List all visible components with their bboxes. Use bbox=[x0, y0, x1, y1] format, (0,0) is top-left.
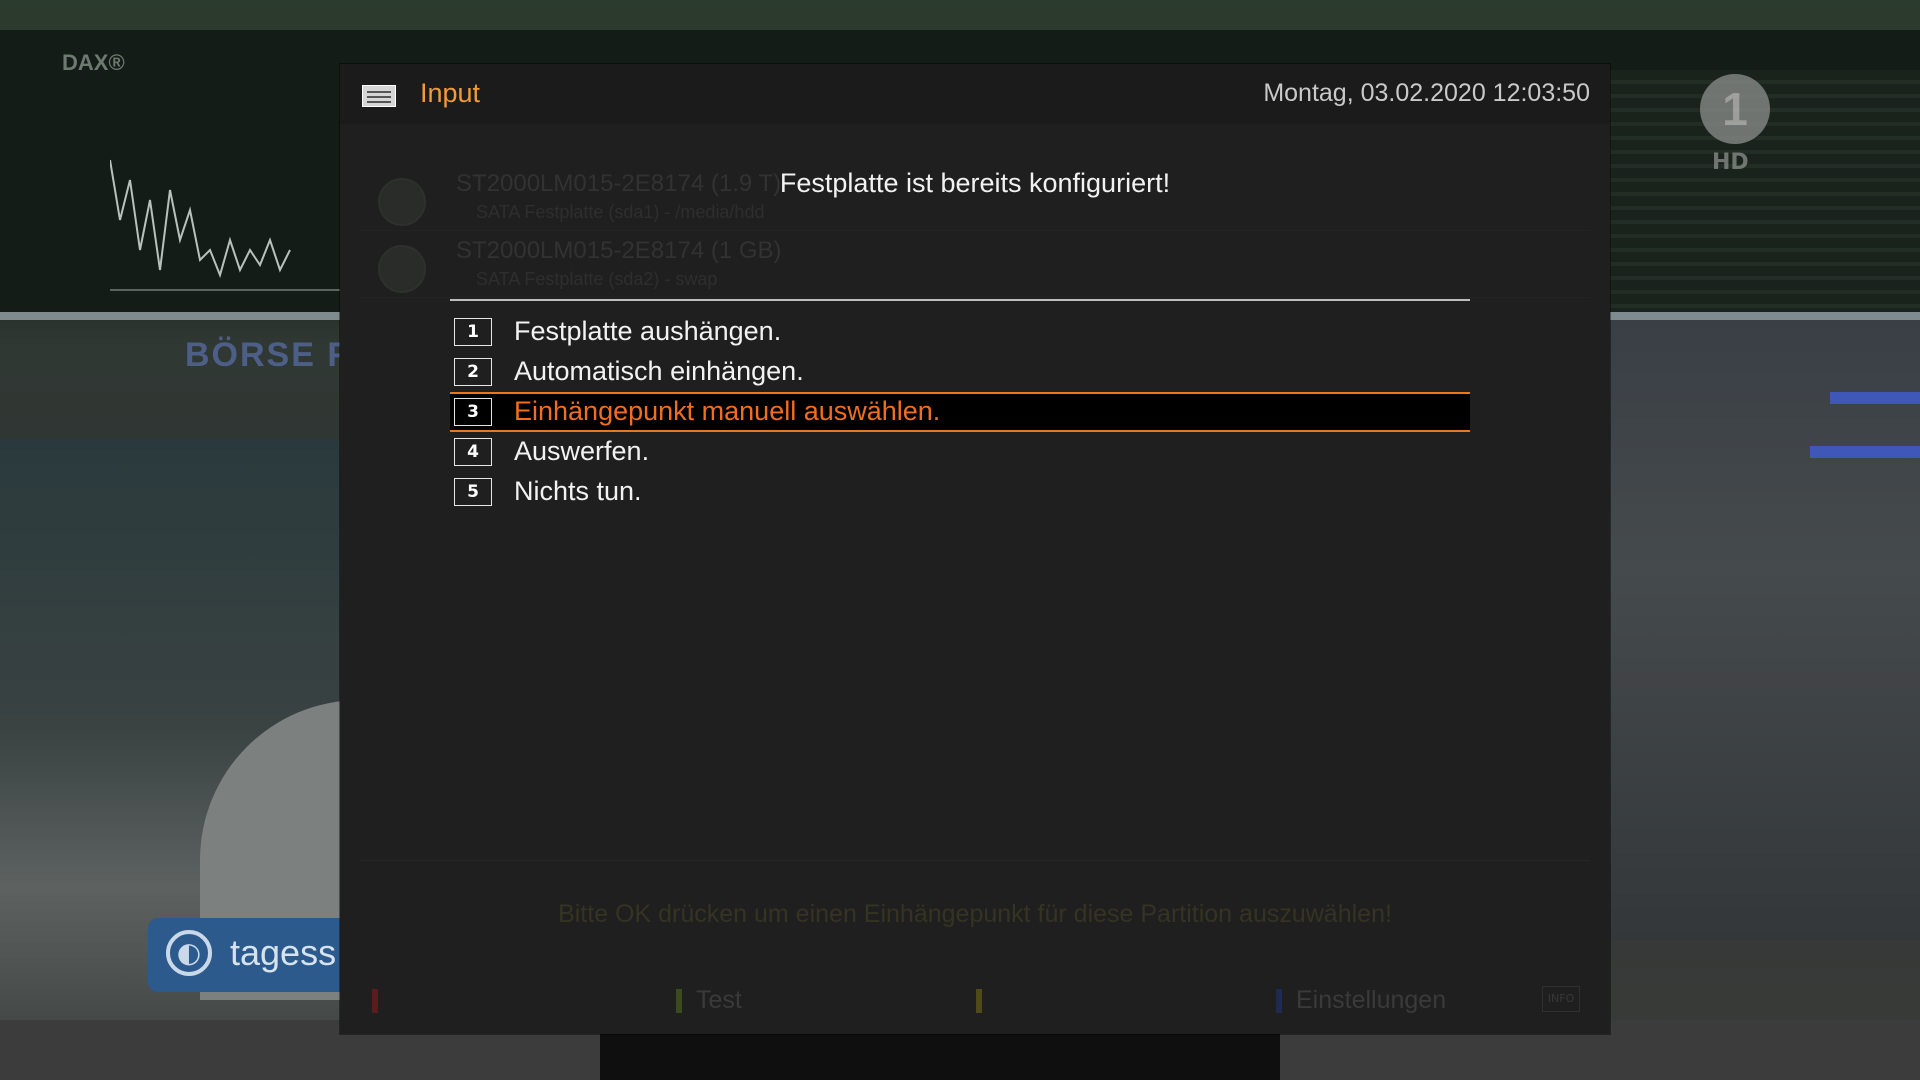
device-detail: SATA Festplatte (sda1) - /media/hdd bbox=[476, 202, 765, 222]
tagesschau-emblem-icon: ◐ bbox=[166, 930, 212, 976]
menu-item-label: Einhängepunkt manuell auswählen. bbox=[514, 396, 941, 426]
yellow-key-icon bbox=[976, 989, 982, 1014]
blue-button[interactable]: Einstellungen bbox=[1276, 986, 1446, 1016]
tagesschau-text: tagess bbox=[230, 932, 337, 973]
menu-item-3-selected[interactable]: 3 Einhängepunkt manuell auswählen. bbox=[450, 392, 1470, 432]
input-icon bbox=[362, 85, 396, 107]
menu-item-label: Auswerfen. bbox=[514, 436, 650, 466]
key-4-badge: 4 bbox=[454, 438, 492, 466]
dax-chart-graphic bbox=[110, 159, 340, 291]
key-1-badge: 1 bbox=[454, 318, 492, 346]
red-key-icon bbox=[372, 989, 378, 1014]
info-button[interactable]: INFO bbox=[1542, 986, 1580, 1012]
green-key-icon bbox=[676, 989, 682, 1014]
person-silhouette bbox=[600, 1030, 1280, 1080]
blue-key-icon bbox=[1276, 989, 1282, 1014]
menu-item-4[interactable]: 4 Auswerfen. bbox=[450, 432, 1470, 472]
dialog-message: Festplatte ist bereits konfiguriert! bbox=[779, 168, 1171, 198]
green-button-label: Test bbox=[696, 986, 742, 1014]
key-5-badge: 5 bbox=[454, 478, 492, 506]
key-2-badge: 2 bbox=[454, 358, 492, 386]
window-title: Input bbox=[420, 78, 481, 108]
menu-item-label: Automatisch einhängen. bbox=[514, 356, 804, 386]
input-window: Input Montag, 03.02.2020 12:03:50 ST2000… bbox=[340, 64, 1610, 1034]
device-detail: SATA Festplatte (sda2) - swap bbox=[476, 269, 718, 289]
clock: Montag, 03.02.2020 12:03:50 bbox=[1263, 79, 1590, 107]
blue-light bbox=[1810, 446, 1920, 458]
footer-divider bbox=[360, 860, 1590, 861]
menu-item-1[interactable]: 1 Festplatte aushängen. bbox=[450, 312, 1470, 352]
channel-number: 1 bbox=[1722, 83, 1748, 135]
blue-light bbox=[1830, 392, 1920, 404]
green-button[interactable]: Test bbox=[676, 986, 742, 1016]
list-item[interactable]: ST2000LM015-2E8174 (1 GB) SATA Festplatt… bbox=[360, 231, 1590, 298]
title-bar: Input Montag, 03.02.2020 12:03:50 bbox=[340, 64, 1610, 124]
hdd-icon bbox=[378, 245, 426, 293]
key-3-badge: 3 bbox=[454, 398, 492, 426]
studio-right bbox=[1610, 320, 1920, 940]
menu-item-5[interactable]: 5 Nichts tun. bbox=[450, 472, 1470, 512]
dax-label: DAX® bbox=[62, 50, 125, 75]
channel-logo: 1 HD bbox=[1700, 74, 1770, 175]
red-button[interactable] bbox=[372, 986, 392, 1016]
device-name: ST2000LM015-2E8174 (1 GB) bbox=[456, 237, 782, 264]
blue-button-label: Einstellungen bbox=[1296, 986, 1447, 1014]
hint-text: Bitte OK drücken um einen Einhängepunkt … bbox=[558, 900, 1392, 928]
menu-item-2[interactable]: 2 Automatisch einhängen. bbox=[450, 352, 1470, 392]
yellow-button[interactable] bbox=[976, 986, 996, 1016]
menu-item-label: Festplatte aushängen. bbox=[514, 316, 782, 346]
channel-hd-label: HD bbox=[1712, 150, 1749, 175]
dialog-divider bbox=[450, 299, 1470, 301]
menu-item-label: Nichts tun. bbox=[514, 476, 642, 506]
tagesschau-logo: ◐ tagess bbox=[148, 918, 343, 992]
boerse-sign: BÖRSE F bbox=[185, 336, 351, 374]
choice-menu: 1 Festplatte aushängen. 2 Automatisch ei… bbox=[450, 312, 1470, 512]
